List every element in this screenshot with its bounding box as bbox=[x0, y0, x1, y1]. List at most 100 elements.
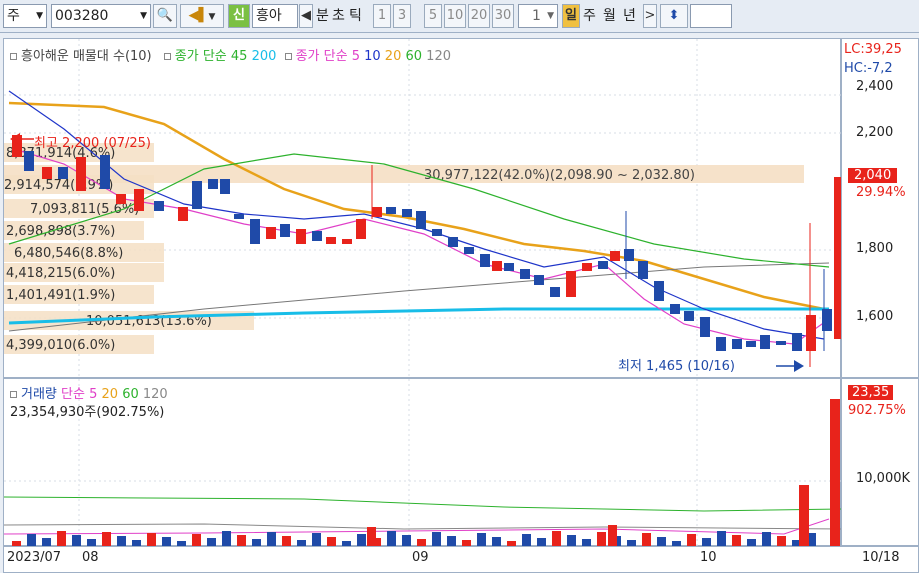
volume-bar bbox=[830, 399, 840, 547]
updown-icon[interactable]: ⬍ bbox=[660, 4, 688, 28]
volume-chart-panel[interactable]: 거래량 단순 5 20 60 120 23,354,930주(902.75%) bbox=[3, 378, 843, 547]
price-tick: 1,800 bbox=[856, 241, 894, 256]
legend-marker bbox=[284, 53, 292, 60]
volume-bar bbox=[312, 533, 321, 547]
price-candle bbox=[356, 219, 366, 239]
volume-range-label: 30,977,122(42.0%)(2,098.90 ~ 2,032.80) bbox=[424, 168, 695, 183]
minute-tab[interactable]: 분 bbox=[316, 4, 329, 28]
legend-marker bbox=[10, 391, 17, 398]
low-price-label: 최저 1,465 (10/16) bbox=[618, 359, 736, 374]
sound-button[interactable]: ◀▌▼ bbox=[180, 4, 224, 28]
price-candle bbox=[58, 167, 68, 179]
hc-label: HC:-7,2 bbox=[844, 61, 893, 76]
stock-code-input[interactable]: 003280 ▼ bbox=[51, 4, 151, 28]
x-axis: 2023/07 08 09 10 10/18 bbox=[3, 546, 919, 573]
month-tab[interactable]: 월 bbox=[603, 4, 616, 28]
volume-ma-5: 5 bbox=[89, 387, 98, 402]
legend-ma-45: 45 bbox=[230, 49, 248, 64]
price-candle bbox=[448, 237, 458, 247]
week-tab[interactable]: 주 bbox=[583, 4, 596, 28]
x-label: 09 bbox=[412, 550, 429, 565]
volume-bar bbox=[267, 532, 276, 547]
legend-ma2-120: 120 bbox=[426, 49, 451, 64]
price-tick: 1,600 bbox=[856, 309, 894, 324]
legend-ma2-10: 10 bbox=[364, 49, 381, 64]
interval-3[interactable]: 3 bbox=[393, 4, 411, 28]
price-candle bbox=[806, 315, 816, 351]
volume-current-badge: 23,35 bbox=[848, 385, 894, 400]
vol-ma60-line bbox=[3, 496, 843, 512]
price-candle bbox=[266, 227, 276, 239]
volume-tick: 10,000K bbox=[856, 471, 911, 486]
period-select[interactable]: 1 ▼ bbox=[518, 4, 558, 28]
interval-20[interactable]: 20 bbox=[468, 4, 490, 28]
price-candle bbox=[492, 261, 502, 271]
market-type-select[interactable]: 주 ▼ bbox=[3, 4, 47, 28]
price-candle bbox=[342, 239, 352, 244]
price-candle bbox=[154, 201, 164, 211]
x-label: 08 bbox=[82, 550, 99, 565]
stock-code-value: 003280 bbox=[55, 8, 109, 24]
price-candle bbox=[776, 341, 786, 345]
price-candle bbox=[520, 269, 530, 279]
price-candle bbox=[610, 251, 620, 261]
price-candle bbox=[732, 339, 742, 349]
blank-input[interactable] bbox=[690, 4, 732, 28]
volume-bar bbox=[717, 531, 726, 547]
price-candle bbox=[416, 211, 426, 229]
day-tab[interactable]: 일 bbox=[562, 4, 580, 28]
prev-icon[interactable]: ◀ bbox=[299, 4, 313, 28]
volume-profile-label: 2,698,898(3.7%) bbox=[6, 224, 115, 239]
second-tab[interactable]: 초 bbox=[332, 4, 345, 28]
interval-30[interactable]: 30 bbox=[492, 4, 514, 28]
tick-tab[interactable]: 틱 bbox=[349, 4, 362, 28]
legend-ma2-label: 종가 단순 bbox=[295, 49, 348, 64]
volume-bar bbox=[799, 485, 809, 547]
high-price-label: 최고 2,200 (07/25) bbox=[34, 136, 152, 151]
search-icon: 🔍 bbox=[156, 8, 174, 23]
price-candle bbox=[250, 219, 260, 244]
chevron-down-icon: ▼ bbox=[140, 11, 147, 21]
price-chart-panel[interactable]: 30,977,122(42.0%)(2,098.90 ~ 2,032.80) 8,… bbox=[3, 38, 844, 379]
price-candle bbox=[280, 224, 290, 237]
volume-ma-label: 단순 bbox=[61, 387, 85, 402]
volume-bar bbox=[57, 531, 66, 547]
interval-1[interactable]: 1 bbox=[373, 4, 391, 28]
legend-ma2-60: 60 bbox=[405, 49, 423, 64]
price-candle bbox=[208, 179, 218, 189]
price-candle bbox=[220, 179, 230, 194]
lc-label: LC:39,25 bbox=[844, 42, 902, 57]
interval-5[interactable]: 5 bbox=[424, 4, 442, 28]
volume-axis: 23,35 902.75% 10,000K bbox=[841, 378, 919, 546]
volume-bar bbox=[432, 532, 441, 547]
interval-10[interactable]: 10 bbox=[444, 4, 466, 28]
volume-legend-title: 거래량 bbox=[21, 387, 57, 402]
volume-bar bbox=[102, 532, 111, 547]
sin-button[interactable]: 신 bbox=[228, 4, 250, 28]
price-axis: LC:39,25 HC:-7,2 2,400 2,200 2,040 29.94… bbox=[841, 38, 919, 378]
chevron-down-icon: ▼ bbox=[547, 11, 554, 21]
price-candle bbox=[432, 229, 442, 236]
price-legend: 흥아해운 매물대 수(10) 종가 단순 45 200 종가 단순 5 10 2… bbox=[10, 45, 451, 64]
price-candle bbox=[792, 333, 802, 351]
price-candle bbox=[582, 263, 592, 271]
volume-summary: 23,354,930주(902.75%) bbox=[10, 405, 165, 420]
x-last-date: 10/18 bbox=[862, 550, 900, 565]
price-candle bbox=[192, 181, 202, 209]
stock-name-field[interactable]: 흥아 bbox=[252, 4, 298, 28]
volume-profile-label: 4,418,215(6.0%) bbox=[6, 266, 115, 281]
price-candle bbox=[178, 207, 188, 221]
year-tab[interactable]: 년 bbox=[623, 4, 636, 28]
current-price-badge: 2,040 bbox=[848, 168, 898, 183]
price-candle bbox=[42, 167, 52, 179]
volume-bar bbox=[762, 532, 771, 547]
price-candle bbox=[402, 209, 412, 217]
volume-ma-20: 20 bbox=[101, 387, 119, 402]
next-icon[interactable]: > bbox=[643, 4, 657, 28]
price-chart[interactable]: 30,977,122(42.0%)(2,098.90 ~ 2,032.80)8,… bbox=[4, 39, 844, 379]
volume-profile-label: 4,399,010(6.0%) bbox=[6, 338, 115, 353]
search-button[interactable]: 🔍 bbox=[153, 4, 177, 28]
volume-profile-label: 6,480,546(8.8%) bbox=[14, 246, 123, 261]
price-candle bbox=[312, 231, 322, 241]
price-candle bbox=[134, 189, 144, 211]
